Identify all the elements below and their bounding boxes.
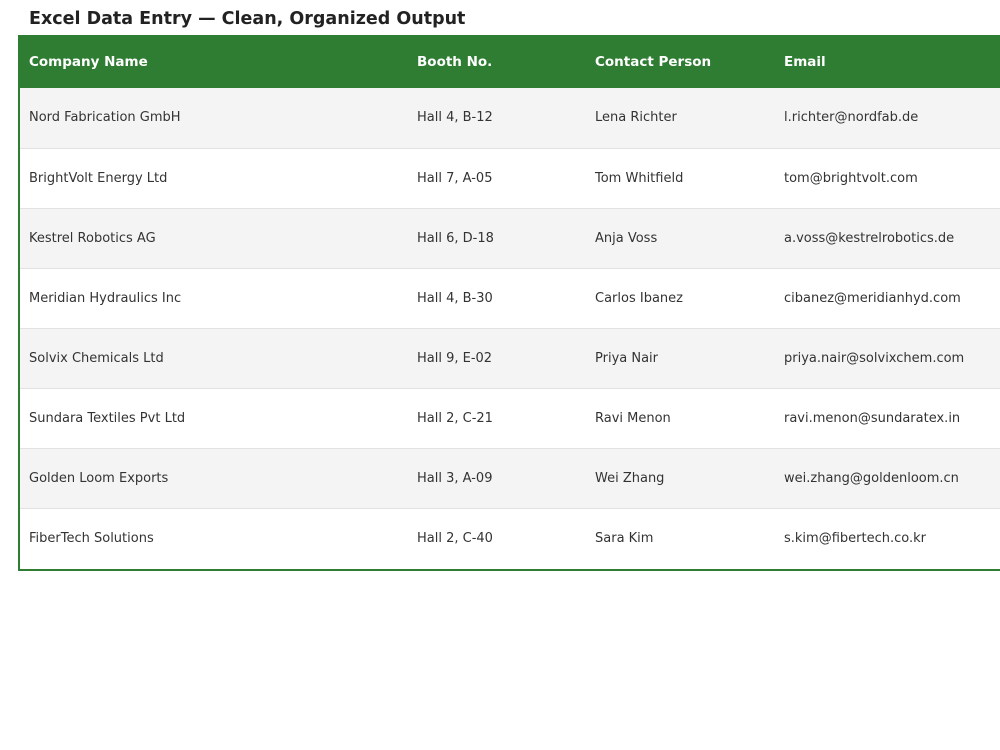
cell-email[interactable]: cibanez@meridianhyd.com [775, 268, 1000, 328]
column-header-company-name[interactable]: Company Name [20, 35, 408, 88]
cell-contact-person[interactable]: Ravi Menon [586, 388, 775, 448]
data-table: Company Name Booth No. Contact Person Em… [20, 35, 1000, 568]
table-row: Solvix Chemicals Ltd Hall 9, E-02 Priya … [20, 328, 1000, 388]
cell-contact-person[interactable]: Wei Zhang [586, 448, 775, 508]
cell-booth-no[interactable]: Hall 7, A-05 [408, 148, 586, 208]
data-table-frame: Company Name Booth No. Contact Person Em… [18, 35, 1000, 571]
table-row: BrightVolt Energy Ltd Hall 7, A-05 Tom W… [20, 148, 1000, 208]
cell-company-name[interactable]: Nord Fabrication GmbH [20, 88, 408, 148]
cell-email[interactable]: s.kim@fibertech.co.kr [775, 508, 1000, 568]
cell-email[interactable]: a.voss@kestrelrobotics.de [775, 208, 1000, 268]
cell-contact-person[interactable]: Carlos Ibanez [586, 268, 775, 328]
cell-booth-no[interactable]: Hall 3, A-09 [408, 448, 586, 508]
table-row: FiberTech Solutions Hall 2, C-40 Sara Ki… [20, 508, 1000, 568]
cell-company-name[interactable]: Meridian Hydraulics Inc [20, 268, 408, 328]
table-row: Sundara Textiles Pvt Ltd Hall 2, C-21 Ra… [20, 388, 1000, 448]
cell-contact-person[interactable]: Tom Whitfield [586, 148, 775, 208]
cell-contact-person[interactable]: Anja Voss [586, 208, 775, 268]
cell-email[interactable]: ravi.menon@sundaratex.in [775, 388, 1000, 448]
cell-contact-person[interactable]: Sara Kim [586, 508, 775, 568]
cell-company-name[interactable]: Solvix Chemicals Ltd [20, 328, 408, 388]
column-header-email[interactable]: Email [775, 35, 1000, 88]
cell-booth-no[interactable]: Hall 2, C-40 [408, 508, 586, 568]
cell-booth-no[interactable]: Hall 4, B-12 [408, 88, 586, 148]
cell-booth-no[interactable]: Hall 9, E-02 [408, 328, 586, 388]
table-header-row: Company Name Booth No. Contact Person Em… [20, 35, 1000, 88]
cell-booth-no[interactable]: Hall 6, D-18 [408, 208, 586, 268]
table-row: Nord Fabrication GmbH Hall 4, B-12 Lena … [20, 88, 1000, 148]
column-header-booth-no[interactable]: Booth No. [408, 35, 586, 88]
cell-company-name[interactable]: FiberTech Solutions [20, 508, 408, 568]
cell-email[interactable]: tom@brightvolt.com [775, 148, 1000, 208]
table-header: Company Name Booth No. Contact Person Em… [20, 35, 1000, 88]
cell-booth-no[interactable]: Hall 2, C-21 [408, 388, 586, 448]
cell-contact-person[interactable]: Priya Nair [586, 328, 775, 388]
cell-contact-person[interactable]: Lena Richter [586, 88, 775, 148]
table-row: Golden Loom Exports Hall 3, A-09 Wei Zha… [20, 448, 1000, 508]
cell-email[interactable]: l.richter@nordfab.de [775, 88, 1000, 148]
page-title: Excel Data Entry — Clean, Organized Outp… [29, 9, 466, 29]
column-header-contact-person[interactable]: Contact Person [586, 35, 775, 88]
cell-company-name[interactable]: Kestrel Robotics AG [20, 208, 408, 268]
cell-company-name[interactable]: BrightVolt Energy Ltd [20, 148, 408, 208]
table-row: Meridian Hydraulics Inc Hall 4, B-30 Car… [20, 268, 1000, 328]
cell-company-name[interactable]: Golden Loom Exports [20, 448, 408, 508]
table-row: Kestrel Robotics AG Hall 6, D-18 Anja Vo… [20, 208, 1000, 268]
cell-company-name[interactable]: Sundara Textiles Pvt Ltd [20, 388, 408, 448]
table-body: Nord Fabrication GmbH Hall 4, B-12 Lena … [20, 88, 1000, 568]
cell-email[interactable]: wei.zhang@goldenloom.cn [775, 448, 1000, 508]
cell-booth-no[interactable]: Hall 4, B-30 [408, 268, 586, 328]
cell-email[interactable]: priya.nair@solvixchem.com [775, 328, 1000, 388]
